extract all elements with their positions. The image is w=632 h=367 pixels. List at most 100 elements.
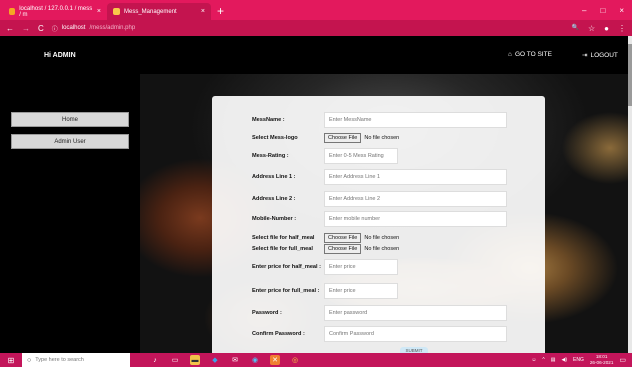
network-icon[interactable]: ▤ (551, 357, 556, 363)
mess-logo-file-input: Choose File No file chosen (324, 133, 399, 143)
form-row-password: Password : (252, 305, 507, 321)
half-meal-file-input: Choose File No file chosen (324, 233, 399, 243)
half-meal-file-label: Select file for half_meal (252, 235, 315, 241)
file-status: No file chosen (364, 235, 400, 241)
address2-label: Address Line 2 : (252, 196, 296, 202)
taskbar-pinned-apps: ♪ ▭ ▬ ◆ ✉ ◉ ✕ ◎ (150, 355, 300, 365)
notification-icon[interactable]: ▭ (619, 356, 626, 364)
choose-file-button[interactable]: Choose File (324, 133, 362, 143)
toolbar-icons: 🔍 ☆ ● ⋮ (572, 24, 627, 33)
password-input[interactable] (324, 305, 507, 321)
windows-taskbar: ⊞ ○ Type here to search ♪ ▭ ▬ ◆ ✉ ◉ ✕ ◎ … (0, 353, 632, 367)
site-info-icon[interactable]: ⓘ (52, 24, 58, 33)
browser-tab-bar: localhost / 127.0.0.1 / mess / m × Mess_… (0, 0, 632, 20)
full-price-input[interactable] (324, 283, 398, 299)
tab-close-icon[interactable]: × (97, 8, 101, 15)
tab-mess-management[interactable]: Mess_Management × (107, 3, 211, 20)
file-explorer-icon[interactable]: ▬ (190, 355, 200, 365)
tab-close-icon[interactable]: × (201, 8, 205, 15)
form-row-full-meal-file: Select file for full_meal Choose File No… (252, 244, 399, 254)
language-indicator[interactable]: ENG (573, 357, 584, 363)
home-icon: ⌂ (508, 51, 512, 58)
maximize-icon[interactable]: □ (600, 6, 605, 15)
form-row-address2: Address Line 2 : (252, 191, 507, 207)
people-icon[interactable]: ☺ (531, 357, 536, 363)
form-row-mess-logo: Select Mess-logo Choose File No file cho… (252, 133, 399, 143)
vscode-icon[interactable]: ◆ (210, 355, 220, 365)
reload-icon[interactable]: C (38, 24, 44, 33)
menu-icon[interactable]: ⋮ (618, 24, 626, 33)
search-icon[interactable]: 🔍 (572, 24, 579, 33)
form-row-confirm-password: Confirm Password : (252, 326, 507, 342)
page-scrollbar[interactable] (628, 36, 632, 353)
edge-icon[interactable]: ◉ (250, 355, 260, 365)
tab-phpmyadmin[interactable]: localhost / 127.0.0.1 / mess / m × (3, 3, 107, 20)
confirm-password-input[interactable] (324, 326, 507, 342)
file-status: No file chosen (364, 135, 400, 141)
phpmyadmin-favicon-icon (9, 8, 16, 15)
form-row-half-price: Enter price for half_meal : (252, 259, 398, 275)
forward-arrow-icon[interactable]: → (22, 24, 30, 33)
tab-title: localhost / 127.0.0.1 / mess / m (19, 5, 93, 18)
mail-icon[interactable]: ✉ (230, 355, 240, 365)
form-row-half-meal-file: Select file for half_meal Choose File No… (252, 233, 399, 243)
scrollbar-thumb[interactable] (628, 44, 632, 106)
tray-arrow-icon[interactable]: ^ (542, 357, 544, 363)
mess-rating-label: Mess-Rating : (252, 153, 289, 159)
chrome-icon[interactable]: ◎ (290, 355, 300, 365)
full-meal-file-label: Select file for full_meal (252, 246, 313, 252)
address2-input[interactable] (324, 191, 507, 207)
mobile-input[interactable] (324, 211, 507, 227)
sidebar-item-admin-user[interactable]: Admin User (11, 134, 129, 149)
logout-icon: ⇥ (582, 52, 588, 59)
address1-label: Address Line 1 : (252, 174, 296, 180)
cortana-circle-icon: ○ (27, 356, 32, 364)
taskbar-search-placeholder: Type here to search (35, 357, 84, 363)
clock-date: 26-06-2021 (589, 360, 614, 365)
url-field[interactable]: ⓘ localhost/mess/admin.php (52, 24, 135, 33)
mobile-label: Mobile-Number : (252, 216, 297, 222)
mess-name-label: MessName : (252, 117, 285, 123)
close-window-icon[interactable]: × (619, 6, 624, 15)
new-tab-button[interactable]: + (217, 3, 224, 20)
admin-greeting: Hi ADMIN (44, 51, 76, 59)
volume-icon[interactable]: ◀) (562, 357, 568, 363)
page-favicon-icon (113, 8, 120, 15)
window-controls: – □ × (582, 6, 632, 20)
tab-title: Mess_Management (124, 8, 177, 15)
bookmark-star-icon[interactable]: ☆ (588, 24, 595, 33)
go-to-site-label: GO TO SITE (514, 51, 552, 58)
add-mess-form: MessName : Select Mess-logo Choose File … (212, 96, 545, 353)
windows-start-icon[interactable]: ⊞ (0, 356, 22, 365)
mess-name-input[interactable] (324, 112, 507, 128)
address1-input[interactable] (324, 169, 507, 185)
top-navbar: Hi ADMIN ⌂ GO TO SITE ⇥ LOGOUT (0, 36, 628, 74)
half-price-label: Enter price for half_meal : (252, 264, 322, 270)
choose-file-button[interactable]: Choose File (324, 244, 362, 254)
form-row-address1: Address Line 1 : (252, 169, 507, 185)
go-to-site-link[interactable]: ⌂ GO TO SITE (508, 51, 552, 58)
address-bar: ← → C ⓘ localhost/mess/admin.php 🔍 ☆ ● ⋮ (0, 20, 632, 36)
system-tray: ☺ ^ ▤ ◀) ENG 18:01 26-06-2021 ▭ (531, 354, 632, 366)
form-row-mess-rating: Mess-Rating : (252, 148, 398, 164)
choose-file-button[interactable]: Choose File (324, 233, 362, 243)
taskbar-clock[interactable]: 18:01 26-06-2021 (590, 354, 614, 366)
url-path: /mess/admin.php (89, 25, 136, 31)
taskbar-search-box[interactable]: ○ Type here to search (22, 353, 130, 367)
task-view-icon[interactable]: ▭ (170, 355, 180, 365)
half-price-input[interactable] (324, 259, 398, 275)
xampp-icon[interactable]: ✕ (270, 355, 280, 365)
profile-icon[interactable]: ● (604, 24, 609, 33)
page-viewport: Hi ADMIN ⌂ GO TO SITE ⇥ LOGOUT Home Admi… (0, 36, 628, 353)
minimize-icon[interactable]: – (582, 6, 586, 15)
full-price-label: Enter price for full_meal : (252, 288, 320, 294)
sidebar-item-home[interactable]: Home (11, 112, 129, 127)
logout-link[interactable]: ⇥ LOGOUT (582, 51, 618, 60)
mess-rating-input[interactable] (324, 148, 398, 164)
microphone-icon[interactable]: ♪ (150, 355, 160, 365)
back-arrow-icon[interactable]: ← (6, 24, 14, 33)
confirm-password-label: Confirm Password : (252, 331, 305, 337)
url-host: localhost (61, 25, 86, 31)
full-meal-file-input: Choose File No file chosen (324, 244, 399, 254)
password-label: Password : (252, 310, 282, 316)
